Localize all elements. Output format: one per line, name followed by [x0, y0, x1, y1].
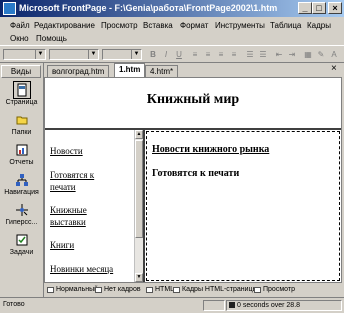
window-title: Microsoft FrontPage - F:\Genia\работа\Fr…	[19, 3, 278, 13]
view-folders[interactable]: Папки	[0, 113, 43, 136]
underline-button[interactable]: U	[173, 49, 185, 60]
decrease-indent-icon[interactable]: ⇤	[273, 49, 285, 60]
views-header: Виды	[1, 65, 41, 78]
menu-file[interactable]: Файл	[8, 21, 32, 30]
align-center-icon[interactable]: ≡	[202, 49, 214, 60]
view-navigation-label: Навигация	[4, 189, 39, 196]
download-time: 0 seconds over 28.8	[226, 300, 342, 311]
link-exhibitions-2[interactable]: выставки	[50, 216, 86, 228]
frame-main[interactable]: Новости книжного рынка Готовятся к печат…	[145, 130, 341, 282]
menu-frames[interactable]: Кадры	[305, 21, 333, 30]
style-combo[interactable]: ▼	[3, 49, 46, 60]
status-text: Готово	[3, 301, 25, 308]
view-mode-tabs: Нормальный Нет кадров HTML Кадры HTML-ст…	[44, 283, 344, 297]
link-books[interactable]: Книги	[50, 239, 74, 251]
view-hyperlinks-label: Гиперсс...	[5, 219, 38, 226]
link-upcoming-2[interactable]: печати	[50, 181, 76, 193]
contents-scrollbar[interactable]: ▲ ▼	[134, 130, 143, 282]
view-folders-label: Папки	[11, 129, 32, 136]
link-upcoming-1[interactable]: Готовятся к	[50, 169, 94, 181]
tab-volgograd[interactable]: волгоград.htm	[47, 65, 110, 77]
maximize-button[interactable]: □	[312, 2, 326, 14]
folders-view-icon	[16, 116, 27, 125]
menu-help[interactable]: Помощь	[34, 34, 69, 43]
align-left-icon[interactable]: ≡	[189, 49, 201, 60]
tab-preview[interactable]: Просмотр	[253, 284, 295, 296]
menu-table[interactable]: Таблица	[268, 21, 303, 30]
tab-1-htm[interactable]: 1.htm	[114, 63, 146, 77]
tasks-view-icon	[16, 234, 27, 246]
italic-button[interactable]: I	[160, 49, 172, 60]
view-tasks-label: Задачи	[9, 249, 34, 256]
menu-window[interactable]: Окно	[8, 34, 31, 43]
close-button[interactable]: ×	[328, 2, 342, 14]
document-editor[interactable]: Книжный мир Новости Готовятся к печати К…	[44, 77, 342, 283]
formatting-toolbar: ▼ ▼ ▼ B I U ≡ ≡ ≡ ≡ ☰ ☰ ⇤ ⇥ ▦ ✎ A	[0, 45, 344, 63]
link-exhibitions-1[interactable]: Книжные	[50, 204, 87, 216]
page-heading: Книжный мир	[146, 92, 240, 107]
link-news[interactable]: Новости	[50, 145, 83, 157]
hyperlinks-view-icon	[15, 204, 28, 216]
modem-icon	[229, 302, 235, 308]
view-reports-label: Отчеты	[9, 159, 34, 166]
menu-edit[interactable]: Редактирование	[32, 21, 97, 30]
justify-icon[interactable]: ≡	[228, 49, 240, 60]
view-navigation[interactable]: Навигация	[0, 173, 43, 196]
frontpage-app-icon[interactable]	[3, 2, 16, 15]
reports-view-icon	[16, 144, 27, 156]
close-document-icon[interactable]: ×	[331, 64, 337, 74]
frame-banner[interactable]: Книжный мир	[45, 78, 341, 130]
menu-format[interactable]: Формат	[178, 21, 210, 30]
menu-view[interactable]: Просмотр	[99, 21, 140, 30]
menu-bar: Файл Редактирование Просмотр Вставка Фор…	[0, 17, 344, 45]
upcoming-text: Готовятся к печати	[152, 168, 240, 179]
status-panel-empty	[203, 300, 225, 311]
view-reports[interactable]: Отчеты	[0, 143, 43, 166]
font-size-combo[interactable]: ▼	[102, 49, 142, 60]
scroll-down-icon[interactable]: ▼	[135, 273, 143, 282]
tab-no-frames[interactable]: Нет кадров	[94, 284, 141, 296]
tab-normal[interactable]: Нормальный	[46, 284, 98, 296]
view-hyperlinks[interactable]: Гиперсс...	[0, 203, 43, 226]
increase-indent-icon[interactable]: ⇥	[286, 49, 298, 60]
view-page[interactable]: Страница	[0, 81, 43, 106]
title-bar[interactable]: Microsoft FrontPage - F:\Genia\работа\Fr…	[0, 0, 344, 17]
menu-tools[interactable]: Инструменты	[213, 21, 267, 30]
page-view-icon	[12, 81, 31, 99]
scroll-thumb[interactable]	[135, 140, 143, 238]
scroll-up-icon[interactable]: ▲	[135, 130, 143, 139]
view-tasks[interactable]: Задачи	[0, 233, 43, 256]
align-right-icon[interactable]: ≡	[215, 49, 227, 60]
chevron-down-icon: ▼	[35, 50, 45, 59]
frame-contents[interactable]: Новости Готовятся к печати Книжные выста…	[45, 130, 145, 282]
bullet-list-icon[interactable]: ☰	[257, 49, 269, 60]
document-tabs: волгоград.htm 1.htm 4.htm* ×	[44, 63, 344, 77]
download-time-text: 0 seconds over 28.8	[237, 302, 301, 309]
font-combo[interactable]: ▼	[49, 49, 99, 60]
views-bar: Виды Страница Папки Отчеты Навигация Гип…	[0, 63, 44, 297]
chevron-down-icon: ▼	[131, 50, 141, 59]
link-new-releases[interactable]: Новинки месяца	[50, 263, 113, 275]
menu-insert[interactable]: Вставка	[141, 21, 175, 30]
chevron-down-icon: ▼	[88, 50, 98, 59]
view-page-label: Страница	[5, 99, 38, 106]
bold-button[interactable]: B	[147, 49, 159, 60]
news-market-link[interactable]: Новости книжного рынка	[152, 144, 269, 155]
minimize-button[interactable]: _	[298, 2, 312, 14]
tab-frames-html[interactable]: Кадры HTML-страницы	[172, 284, 258, 296]
font-color-icon[interactable]: A	[328, 49, 340, 60]
tab-4-htm[interactable]: 4.htm*	[145, 65, 179, 77]
navigation-view-icon	[15, 174, 28, 186]
status-bar: Готово 0 seconds over 28.8	[0, 297, 344, 313]
tab-html[interactable]: HTML	[145, 284, 174, 296]
highlight-icon[interactable]: ✎	[315, 49, 327, 60]
numbered-list-icon[interactable]: ☰	[244, 49, 256, 60]
border-icon[interactable]: ▦	[302, 49, 314, 60]
